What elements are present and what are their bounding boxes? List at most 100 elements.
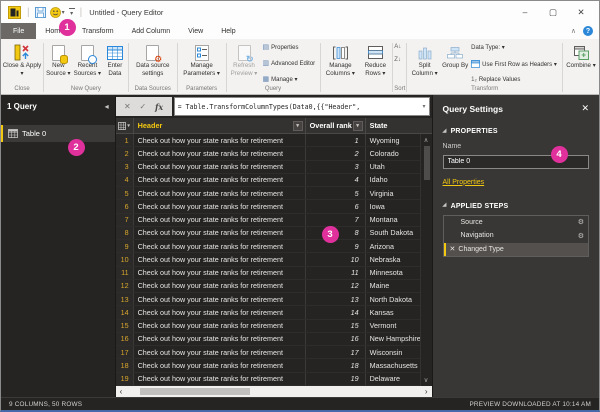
- feedback-smiley-button[interactable]: ▾: [50, 7, 65, 18]
- row-number-cell[interactable]: 15: [116, 320, 134, 332]
- tab-transform[interactable]: Transform: [73, 23, 123, 39]
- header-cell[interactable]: Check out how your state ranks for retir…: [134, 320, 306, 332]
- table-row[interactable]: 18Check out how your state ranks for ret…: [116, 359, 432, 372]
- filter-button-overall-rank[interactable]: ▾: [353, 121, 363, 131]
- collapse-pane-icon[interactable]: ◂: [105, 102, 109, 111]
- row-number-cell[interactable]: 13: [116, 293, 134, 305]
- header-cell[interactable]: Check out how your state ranks for retir…: [134, 200, 306, 212]
- row-number-cell[interactable]: 19: [116, 373, 134, 385]
- header-cell[interactable]: Check out how your state ranks for retir…: [134, 253, 306, 265]
- properties-button[interactable]: ▤Properties: [263, 44, 317, 51]
- minimize-button[interactable]: –: [511, 2, 539, 22]
- new-source-button[interactable]: New Source ▾: [45, 41, 72, 78]
- tab-file[interactable]: File: [1, 23, 36, 39]
- table-row[interactable]: 14Check out how your state ranks for ret…: [116, 306, 432, 319]
- overall-rank-cell[interactable]: 1: [306, 134, 366, 146]
- row-number-cell[interactable]: 16: [116, 333, 134, 345]
- split-column-button[interactable]: Split Column ▾: [408, 41, 441, 78]
- manage-columns-button[interactable]: Manage Columns ▾: [321, 41, 359, 78]
- row-number-cell[interactable]: 7: [116, 214, 134, 226]
- row-number-cell[interactable]: 11: [116, 267, 134, 279]
- manage-button[interactable]: ▦Manage ▾: [263, 76, 317, 83]
- scroll-left-icon[interactable]: ‹: [120, 386, 123, 397]
- scroll-right-icon[interactable]: ›: [425, 386, 428, 397]
- row-number-cell[interactable]: 5: [116, 187, 134, 199]
- gear-icon[interactable]: ⚙: [578, 232, 584, 240]
- table-row[interactable]: 16Check out how your state ranks for ret…: [116, 333, 432, 346]
- overall-rank-cell[interactable]: 10: [306, 253, 366, 265]
- replace-values-button[interactable]: 1₂Replace Values: [471, 77, 559, 83]
- scroll-down-icon[interactable]: ∨: [424, 376, 429, 384]
- all-properties-link[interactable]: All Properties: [443, 179, 485, 186]
- table-row[interactable]: 5Check out how your state ranks for reti…: [116, 187, 432, 200]
- delete-step-icon[interactable]: ✕: [450, 245, 456, 253]
- close-button[interactable]: ✕: [567, 2, 595, 22]
- horizontal-scroll-thumb[interactable]: [140, 388, 250, 395]
- overall-rank-cell[interactable]: 5: [306, 187, 366, 199]
- overall-rank-cell[interactable]: 4: [306, 174, 366, 186]
- header-cell[interactable]: Check out how your state ranks for retir…: [134, 227, 306, 239]
- combine-button[interactable]: Combine ▾: [564, 41, 598, 70]
- row-number-cell[interactable]: 17: [116, 346, 134, 358]
- table-row[interactable]: 12Check out how your state ranks for ret…: [116, 280, 432, 293]
- row-number-cell[interactable]: 12: [116, 280, 134, 292]
- table-row[interactable]: 6Check out how your state ranks for reti…: [116, 200, 432, 213]
- header-cell[interactable]: Check out how your state ranks for retir…: [134, 187, 306, 199]
- header-cell[interactable]: Check out how your state ranks for retir…: [134, 306, 306, 318]
- header-cell[interactable]: Check out how your state ranks for retir…: [134, 333, 306, 345]
- table-row[interactable]: 2Check out how your state ranks for reti…: [116, 147, 432, 160]
- filter-button-header[interactable]: ▾: [293, 121, 303, 131]
- row-number-cell[interactable]: 2: [116, 147, 134, 159]
- overall-rank-cell[interactable]: 18: [306, 359, 366, 371]
- header-cell[interactable]: Check out how your state ranks for retir…: [134, 147, 306, 159]
- applied-step-navigation[interactable]: Navigation⚙: [444, 229, 588, 243]
- advanced-editor-button[interactable]: ▥Advanced Editor: [263, 60, 317, 67]
- horizontal-scrollbar[interactable]: ‹ ›: [116, 386, 432, 397]
- row-number-cell[interactable]: 10: [116, 253, 134, 265]
- properties-section-header[interactable]: ◢ PROPERTIES: [443, 128, 589, 135]
- recent-sources-button[interactable]: Recent Sources ▾: [72, 41, 103, 78]
- group-by-button[interactable]: Group By: [441, 41, 469, 70]
- table-menu-button[interactable]: ▾: [116, 118, 134, 133]
- applied-step-source[interactable]: Source⚙: [444, 216, 588, 230]
- formula-cancel-icon[interactable]: ✕: [124, 102, 131, 111]
- header-cell[interactable]: Check out how your state ranks for retir…: [134, 373, 306, 385]
- enter-data-button[interactable]: Enter Data: [103, 41, 127, 78]
- query-item-table0[interactable]: Table 0: [1, 125, 115, 142]
- sort-ascending-icon[interactable]: A↓: [394, 44, 401, 51]
- formula-input[interactable]: = Table.TransformColumnTypes(Data0,{{"He…: [174, 97, 430, 116]
- manage-parameters-button[interactable]: Manage Parameters ▾: [179, 41, 225, 78]
- table-row[interactable]: 3Check out how your state ranks for reti…: [116, 161, 432, 174]
- tab-help[interactable]: Help: [212, 23, 244, 39]
- table-row[interactable]: 9Check out how your state ranks for reti…: [116, 240, 432, 253]
- applied-step-changed-type[interactable]: ✕Changed Type: [444, 243, 588, 257]
- table-row[interactable]: 13Check out how your state ranks for ret…: [116, 293, 432, 306]
- data-source-settings-button[interactable]: ⚙ Data source settings: [130, 41, 176, 78]
- row-number-cell[interactable]: 8: [116, 227, 134, 239]
- overall-rank-cell[interactable]: 19: [306, 373, 366, 385]
- table-row[interactable]: 4Check out how your state ranks for reti…: [116, 174, 432, 187]
- header-cell[interactable]: Check out how your state ranks for retir…: [134, 267, 306, 279]
- maximize-button[interactable]: ▢: [539, 2, 567, 22]
- header-cell[interactable]: Check out how your state ranks for retir…: [134, 346, 306, 358]
- row-number-cell[interactable]: 9: [116, 240, 134, 252]
- header-cell[interactable]: Check out how your state ranks for retir…: [134, 174, 306, 186]
- row-number-cell[interactable]: 14: [116, 306, 134, 318]
- use-first-row-as-headers-button[interactable]: Use First Row as Headers ▾: [471, 60, 559, 68]
- vertical-scroll-thumb[interactable]: [424, 146, 430, 180]
- vertical-scrollbar[interactable]: ∧ ∨: [420, 134, 432, 386]
- column-header-state[interactable]: State: [366, 118, 432, 133]
- close-panel-icon[interactable]: ✕: [581, 103, 589, 114]
- help-icon[interactable]: ?: [583, 26, 593, 36]
- reduce-rows-button[interactable]: Reduce Rows ▾: [359, 41, 391, 78]
- refresh-preview-button[interactable]: ↻ Refresh Preview ▾: [228, 41, 261, 78]
- header-cell[interactable]: Check out how your state ranks for retir…: [134, 280, 306, 292]
- tab-add-column[interactable]: Add Column: [123, 23, 180, 39]
- header-cell[interactable]: Check out how your state ranks for retir…: [134, 293, 306, 305]
- header-cell[interactable]: Check out how your state ranks for retir…: [134, 214, 306, 226]
- header-cell[interactable]: Check out how your state ranks for retir…: [134, 134, 306, 146]
- tab-view[interactable]: View: [179, 23, 212, 39]
- data-type-button[interactable]: Data Type: ▾: [471, 44, 559, 51]
- overall-rank-cell[interactable]: 15: [306, 320, 366, 332]
- overall-rank-cell[interactable]: 7: [306, 214, 366, 226]
